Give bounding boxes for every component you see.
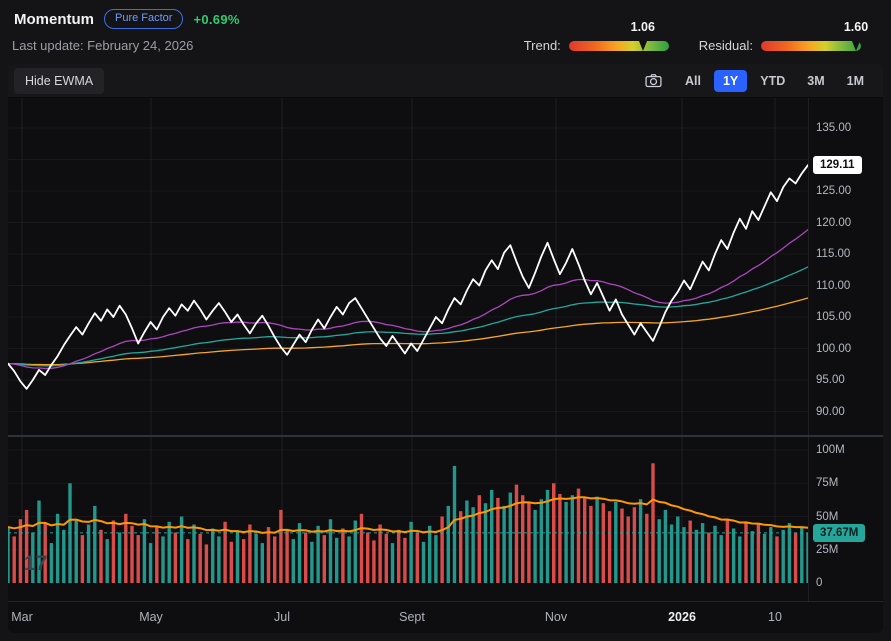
- screenshot-button[interactable]: [639, 69, 668, 92]
- price-axis-tick: 90.00: [816, 405, 845, 418]
- price-axis[interactable]: 135.00 125.00 120.00 115.00 110.00 105.00 100.…: [808, 98, 883, 601]
- price-line: [8, 164, 809, 390]
- pane-divider[interactable]: [8, 435, 883, 437]
- trend-value: 1.06: [630, 19, 655, 34]
- time-axis-label: 2026: [668, 610, 696, 624]
- price-axis-tick: 95.00: [816, 374, 845, 386]
- time-axis-label: May: [139, 610, 163, 624]
- toolbar-right: All 1Y YTD 3M 1M: [639, 69, 873, 92]
- residual-indicator: Residual: 1.60: [698, 20, 868, 54]
- last-price-label: 129.11: [813, 156, 862, 175]
- indicator-widgets: Trend: 1.06 Residual: 1.60: [523, 20, 868, 54]
- header: Momentum Pure Factor +0.69% Last update:…: [0, 0, 891, 64]
- time-axis-label: 10: [768, 610, 782, 624]
- volume-axis-tick: 0: [816, 577, 823, 589]
- tradingview-logo: 17: [24, 552, 48, 575]
- volume-ma-line: [8, 496, 809, 534]
- price-axis-tick: 100.00: [816, 342, 852, 355]
- price-axis-tick: 135.00: [816, 122, 852, 134]
- page-title: Momentum: [14, 10, 94, 28]
- volume-axis-tick: 50M: [816, 510, 839, 523]
- price-axis-tick: 105.00: [816, 311, 852, 323]
- volume-axis-tick: 25M: [816, 543, 839, 556]
- time-axis-label: Sept: [399, 610, 425, 624]
- pure-factor-badge: Pure Factor: [104, 9, 184, 30]
- range-button-1y[interactable]: 1Y: [713, 69, 748, 92]
- title-row: Momentum Pure Factor +0.69%: [14, 9, 240, 30]
- range-button-1m[interactable]: 1M: [838, 70, 873, 92]
- trend-marker-icon: [638, 40, 647, 51]
- camera-icon: [645, 74, 662, 88]
- range-buttons: All 1Y YTD 3M 1M: [676, 69, 873, 92]
- last-volume-label: 37.67M: [813, 523, 866, 542]
- residual-gradient-bar: 1.60: [761, 20, 868, 51]
- range-button-ytd[interactable]: YTD: [751, 70, 794, 92]
- residual-label: Residual:: [698, 38, 753, 53]
- time-axis-label: Nov: [544, 610, 568, 624]
- time-axis[interactable]: Mar May Jul Sept Nov 2026 10: [8, 601, 883, 633]
- time-axis-label: Jul: [274, 610, 290, 624]
- volume-axis-tick: 100M: [816, 444, 845, 456]
- price-axis-tick: 115.00: [816, 248, 851, 260]
- trend-indicator: Trend: 1.06: [523, 20, 669, 53]
- trend-label: Trend:: [523, 38, 561, 53]
- range-button-3m[interactable]: 3M: [798, 70, 833, 92]
- volume-axis-tick: 75M: [816, 477, 839, 490]
- price-axis-tick: 110.00: [816, 279, 851, 292]
- residual-marker-icon: [852, 40, 860, 51]
- last-update: Last update: February 24, 2026: [12, 38, 194, 53]
- residual-value: 1.60: [843, 19, 869, 34]
- trend-gradient-bar: 1.06: [568, 20, 669, 51]
- price-axis-tick: 120.00: [816, 216, 852, 229]
- ewma-teal-line: [8, 266, 809, 367]
- chart-panel: Hide EWMA All 1Y YTD 3M 1M 135.00 125.00 120.0…: [8, 64, 883, 633]
- ewma-orange-line: [8, 297, 809, 366]
- hide-ewma-button[interactable]: Hide EWMA: [14, 67, 105, 94]
- change-percent: +0.69%: [193, 11, 240, 27]
- time-axis-label: Mar: [11, 610, 33, 624]
- chart-toolbar: Hide EWMA All 1Y YTD 3M 1M: [8, 64, 883, 98]
- chart-canvas[interactable]: [8, 98, 810, 601]
- price-axis-tick: 125.00: [816, 185, 852, 197]
- range-button-all[interactable]: All: [676, 70, 710, 92]
